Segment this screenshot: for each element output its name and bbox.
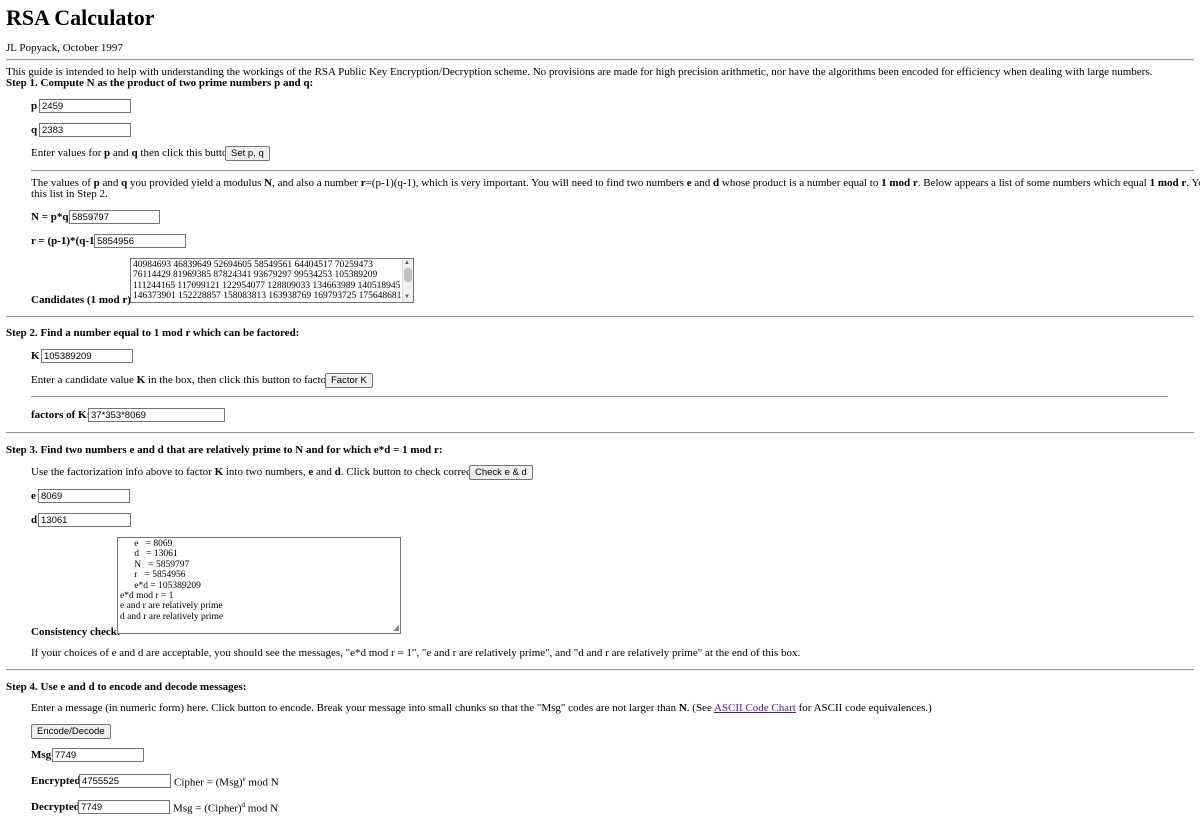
step3-heading: Step 3. Find two numbers e and d that ar…: [6, 444, 443, 456]
d-label: d: [31, 514, 38, 526]
check-line: N = 5859797: [120, 559, 190, 570]
r-label: r = (p-1)*(q-1): [31, 235, 99, 247]
N-label: N = p*q: [31, 211, 69, 223]
text: K: [136, 374, 146, 386]
check-line: e*d = 105389209: [120, 580, 201, 591]
consistency-textarea[interactable]: e = 8069 d = 13061 N = 5859797 r = 58549…: [117, 537, 401, 634]
text: Use the factorization info above to fact…: [31, 466, 215, 478]
step1-explanation: The values of p and q you provided yield…: [31, 177, 1200, 189]
check-line: e = 8069: [120, 539, 173, 549]
encrypted-label: Encrypted: [31, 775, 81, 787]
decrypted-label: Decrypted: [31, 801, 80, 813]
check-line: d and r are relatively prime: [120, 611, 224, 622]
N-field[interactable]: [69, 210, 160, 224]
p-label: p: [31, 100, 38, 112]
text: . You will use: [1186, 177, 1200, 189]
text: mod N: [245, 776, 279, 789]
candidate-line: 40984693 46839649 52694605 58549561 6440…: [133, 260, 373, 270]
factors-field[interactable]: [88, 408, 225, 422]
text: whose product is a number equal to: [719, 177, 882, 189]
step1-instruction: Enter values for p and q then click this…: [31, 147, 236, 159]
text: . Below appears a list of some numbers w…: [917, 177, 1150, 189]
step4-instruction: Enter a message (in numeric form) here. …: [31, 702, 932, 714]
divider: [6, 432, 1194, 434]
text: =(p-1)(q-1), which is very important. Yo…: [365, 177, 687, 189]
text: Msg = (Cipher): [173, 802, 242, 815]
text: Enter a candidate value: [31, 374, 137, 386]
check-line: e and r are relatively prime: [120, 601, 223, 612]
text: . (See: [686, 702, 714, 714]
text: and: [313, 466, 335, 478]
text: N: [264, 177, 273, 189]
text: 1 mod r: [881, 177, 918, 189]
scroll-down-icon[interactable]: ▼: [404, 294, 410, 301]
p-input[interactable]: [39, 99, 131, 113]
decrypted-field[interactable]: [78, 800, 170, 814]
author-line: JL Popyack, October 1997: [6, 42, 123, 54]
divider: [6, 59, 1194, 61]
candidates-label: Candidates (1 mod r):: [31, 294, 135, 306]
msg-input[interactable]: [52, 748, 144, 762]
decrypt-formula: Msg = (Cipher)d mod N: [173, 801, 278, 815]
divider: [6, 669, 1194, 671]
text: and: [691, 177, 714, 189]
step1-heading: Step 1. Compute N as the product of two …: [6, 77, 314, 89]
factor-k-button[interactable]: Factor K: [325, 373, 373, 388]
text: , and also a number: [272, 177, 361, 189]
text: in the box, then click this button to fa…: [145, 374, 342, 386]
check-line: e*d mod r = 1: [120, 591, 174, 602]
encode-decode-button[interactable]: Encode/Decode: [31, 724, 111, 739]
set-pq-button[interactable]: Set p, q: [225, 146, 270, 161]
text: mod N: [245, 802, 279, 815]
page-title: RSA Calculator: [6, 5, 155, 30]
step4-heading: Step 4. Use e and d to encode and decode…: [6, 681, 247, 693]
encrypt-formula: Cipher = (Msg)e mod N: [174, 775, 279, 789]
step2-heading: Step 2. Find a number equal to 1 mod r w…: [6, 327, 300, 339]
candidate-line: 146373901 152228857 158083813 163938769 …: [133, 291, 402, 302]
factors-label: factors of K:: [31, 409, 91, 421]
text: N: [678, 702, 687, 714]
text: 1 mod r: [1149, 177, 1187, 189]
r-field[interactable]: [94, 234, 186, 248]
candidate-line: 111244165 117099121 122954077 128809033 …: [133, 280, 401, 291]
candidates-scrollbar[interactable]: ▲ ▼: [402, 259, 413, 302]
consistency-label: Consistency check:: [31, 626, 121, 638]
step3-note: If your choices of e and d are acceptabl…: [31, 647, 801, 659]
scroll-thumb[interactable]: [404, 268, 412, 282]
divider: [6, 316, 1194, 318]
text: you provided yield a modulus: [127, 177, 265, 189]
text: for ASCII code equivalences.): [795, 702, 932, 714]
instruction-text: then click this button:: [137, 147, 237, 159]
check-ed-button[interactable]: Check e & d: [469, 465, 533, 480]
ascii-chart-link[interactable]: ASCII Code Chart: [714, 702, 796, 714]
step1-explanation-line2: this list in Step 2.: [31, 188, 108, 200]
K-label: K: [31, 350, 40, 362]
d-input[interactable]: [38, 513, 131, 527]
step3-instruction: Use the factorization info above to fact…: [31, 466, 496, 478]
scroll-up-icon[interactable]: ▲: [404, 260, 410, 267]
q-label: q: [31, 124, 38, 136]
msg-label: Msg: [31, 749, 52, 761]
text: Cipher = (Msg): [174, 776, 243, 789]
encrypted-field[interactable]: [79, 774, 171, 788]
instruction-text: Enter values for: [31, 147, 104, 159]
text: K: [214, 466, 224, 478]
q-input[interactable]: [39, 123, 131, 137]
instruction-text: and: [110, 147, 132, 159]
e-label: e: [31, 490, 36, 502]
candidates-textarea[interactable]: 40984693 46839649 52694605 58549561 6440…: [130, 258, 414, 303]
K-input[interactable]: [41, 349, 133, 363]
resize-grip-icon[interactable]: ◢: [393, 624, 399, 632]
e-input[interactable]: [38, 489, 130, 503]
check-line: d = 13061: [120, 549, 178, 560]
check-line: r = 5854956: [120, 570, 186, 581]
step2-instruction: Enter a candidate value K in the box, th…: [31, 374, 342, 386]
candidate-line: 76114429 81969385 87824341 93679297 9953…: [133, 270, 378, 281]
text: Enter a message (in numeric form) here. …: [31, 702, 679, 714]
divider: [31, 170, 1194, 172]
text: into two numbers,: [223, 466, 309, 478]
divider: [31, 396, 1168, 398]
